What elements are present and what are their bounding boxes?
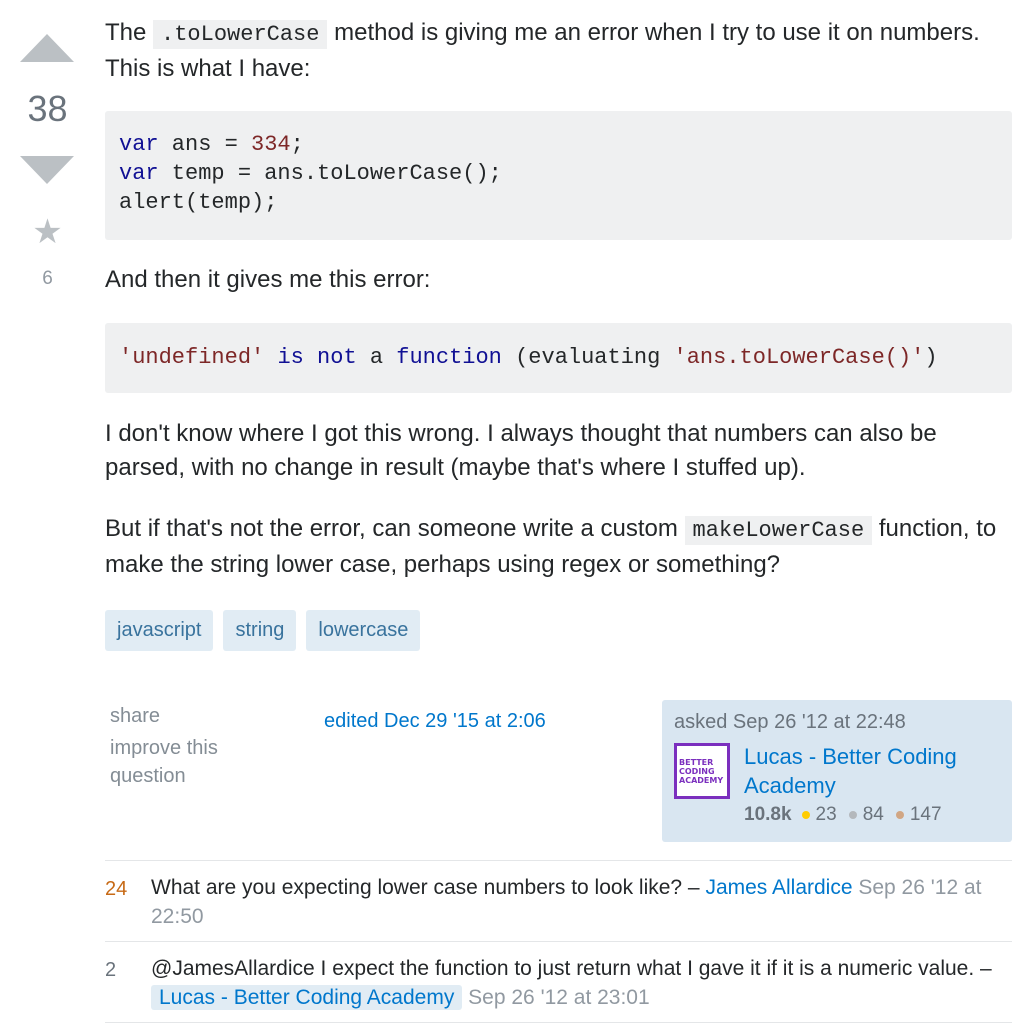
code-keyword: not — [317, 345, 357, 370]
comment-user-link[interactable]: Lucas - Better Coding Academy — [151, 985, 463, 1010]
code-string: 'ans.toLowerCase()' — [673, 345, 925, 370]
code-text: temp = ans.toLowerCase(); — [158, 161, 502, 186]
comment-text: What are you expecting lower case number… — [151, 876, 706, 899]
code-text: ; — [290, 132, 304, 157]
bronze-badges: 147 — [895, 804, 942, 826]
comment-score: 24 — [105, 878, 128, 900]
tag-lowercase[interactable]: lowercase — [306, 610, 421, 651]
owner-card: asked Sep 26 '12 at 22:48 BETTER CODING … — [662, 700, 1012, 842]
paragraph-2: And then it gives me this error: — [105, 266, 431, 293]
code-number: 334 — [251, 132, 291, 157]
comment-score: 2 — [105, 959, 117, 981]
code-keyword: var — [119, 132, 159, 157]
code-text: a — [369, 345, 384, 370]
code-keyword: function — [396, 345, 502, 370]
code-string: 'undefined' — [119, 345, 265, 370]
code-text: ) — [924, 345, 938, 370]
comments-list: 24 What are you expecting lower case num… — [105, 860, 1012, 1023]
gold-badges: 23 — [801, 804, 837, 826]
paragraph-4: But if that's not the error, can someone… — [105, 512, 1012, 582]
silver-badges: 84 — [848, 804, 884, 826]
upvote-arrow-icon[interactable] — [20, 34, 74, 62]
comment-body: What are you expecting lower case number… — [151, 873, 1001, 931]
code-block: var ans = 334; var temp = ans.toLowerCas… — [105, 111, 1012, 240]
silver-count: 84 — [862, 804, 884, 825]
tag-string[interactable]: string — [223, 610, 297, 651]
comment-date[interactable]: Sep 26 '12 at 23:01 — [468, 986, 650, 1009]
comment: 24 What are you expecting lower case num… — [105, 861, 1012, 942]
post-menu: share improve this question — [110, 702, 280, 790]
code-keyword: var — [119, 161, 159, 186]
text: The — [105, 19, 154, 46]
code-text: (evaluating — [515, 345, 674, 370]
comment-body: @JamesAllardice I expect the function to… — [151, 954, 1001, 1012]
tag-list: javascript string lowercase — [105, 610, 421, 651]
share-link[interactable]: share — [110, 702, 280, 730]
inline-code: makeLowerCase — [684, 516, 873, 545]
user-stats: 10.8k 23 84 147 — [744, 804, 954, 826]
asked-date: asked Sep 26 '12 at 22:48 — [674, 711, 906, 733]
avatar[interactable]: BETTER CODING ACADEMY — [674, 743, 730, 799]
favorite-star-icon[interactable]: ★ — [0, 212, 95, 252]
bronze-badge-icon — [895, 811, 904, 819]
comment-text: @JamesAllardice I expect the function to… — [151, 957, 992, 980]
downvote-arrow-icon[interactable] — [20, 156, 74, 184]
edited-link[interactable]: edited Dec 29 '15 at 2:06 — [324, 710, 546, 733]
avatar-logo-text: BETTER CODING ACADEMY — [679, 757, 724, 785]
silver-badge-icon — [848, 811, 857, 819]
vote-count: 38 — [27, 88, 68, 129]
code-text: ans = — [158, 132, 252, 157]
reputation: 10.8k — [744, 804, 792, 825]
code-keyword: is — [277, 345, 304, 370]
paragraph-1: The .toLowerCase method is giving me an … — [105, 16, 1012, 86]
text: But if that's not the error, can someone… — [105, 515, 685, 542]
improve-question-link[interactable]: improve this question — [110, 734, 280, 790]
paragraph-3: I don't know where I got this wrong. I a… — [105, 420, 937, 481]
comment-user-link[interactable]: James Allardice — [705, 876, 852, 899]
code-text: alert(temp); — [119, 190, 278, 215]
gold-count: 23 — [815, 804, 837, 825]
inline-code: .toLowerCase — [153, 20, 328, 49]
comment: 2 @JamesAllardice I expect the function … — [105, 942, 1012, 1023]
tag-javascript[interactable]: javascript — [105, 610, 214, 651]
gold-badge-icon — [801, 811, 810, 819]
favorite-count: 6 — [42, 268, 53, 289]
error-code-block: 'undefined' is not a function (evaluatin… — [105, 323, 1012, 393]
bronze-count: 147 — [909, 804, 942, 825]
user-name-link[interactable]: Lucas - Better Coding Academy — [744, 742, 1004, 800]
